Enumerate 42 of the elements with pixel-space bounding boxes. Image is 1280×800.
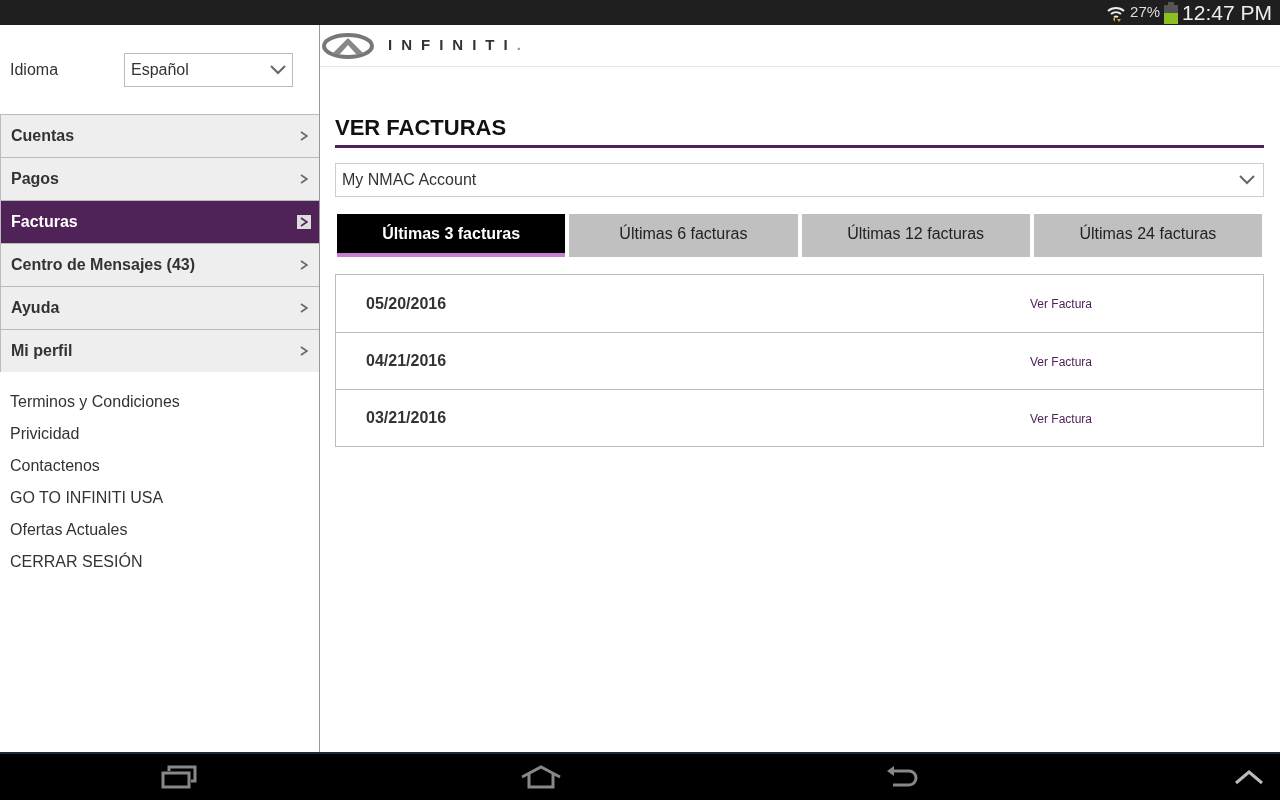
- invoice-range-tab[interactable]: Últimas 24 facturas: [1033, 214, 1262, 258]
- sidebar-link[interactable]: Ofertas Actuales: [10, 518, 309, 550]
- recent-apps-icon[interactable]: [161, 765, 198, 789]
- view-invoice-link[interactable]: Ver Factura: [1030, 353, 1093, 372]
- chevron-right-icon: [300, 174, 308, 184]
- logo-icon: [322, 31, 374, 60]
- home-icon[interactable]: [520, 765, 562, 789]
- menu-item[interactable]: Cuentas: [0, 114, 319, 157]
- menu-item[interactable]: Mi perfil: [0, 329, 319, 372]
- invoice-date: 05/20/2016: [366, 293, 448, 314]
- menu-item[interactable]: Centro de Mensajes (43): [0, 243, 319, 286]
- chevron-right-icon: [300, 346, 308, 356]
- chevron-right-icon: [300, 260, 308, 270]
- language-select[interactable]: Español: [124, 52, 293, 87]
- menu-item[interactable]: Ayuda: [0, 286, 319, 329]
- sidebar-link[interactable]: GO TO INFINITI USA: [10, 486, 309, 518]
- page-title: VER FACTURAS: [335, 115, 1264, 149]
- sidebar-link[interactable]: Contactenos: [10, 454, 309, 486]
- invoice-range-tab[interactable]: Últimas 3 facturas: [337, 214, 566, 258]
- view-invoice-link[interactable]: Ver Factura: [1030, 410, 1093, 429]
- chevron-down-icon: [1239, 175, 1255, 186]
- menu-item[interactable]: Pagos: [0, 157, 319, 200]
- menu-item[interactable]: Facturas: [0, 200, 319, 243]
- sidebar-link[interactable]: CERRAR SESIÓN: [10, 550, 309, 582]
- brand-name: INFINITI.: [388, 35, 521, 56]
- sidebar-link[interactable]: Terminos y Condiciones: [10, 390, 309, 422]
- chevron-right-icon: [300, 217, 308, 227]
- invoice-range-tab[interactable]: Últimas 12 facturas: [801, 214, 1030, 258]
- invoice-date: 03/21/2016: [366, 408, 448, 429]
- chevron-right-icon: [300, 303, 308, 313]
- battery-percent: 27%: [1130, 2, 1161, 23]
- battery-icon: [1164, 1, 1179, 24]
- sidebar-link[interactable]: Privicidad: [10, 422, 309, 454]
- clock: 12:47 PM: [1182, 0, 1272, 26]
- chevron-up-icon[interactable]: [1234, 769, 1264, 785]
- chevron-right-icon: [300, 131, 308, 141]
- language-label: Idioma: [10, 59, 59, 80]
- view-invoice-link[interactable]: Ver Factura: [1030, 295, 1093, 314]
- account-select[interactable]: My NMAC Account: [335, 163, 1264, 198]
- chevron-down-icon: [270, 64, 286, 75]
- invoice-range-tab[interactable]: Últimas 6 facturas: [569, 214, 798, 258]
- invoice-date: 04/21/2016: [366, 351, 448, 372]
